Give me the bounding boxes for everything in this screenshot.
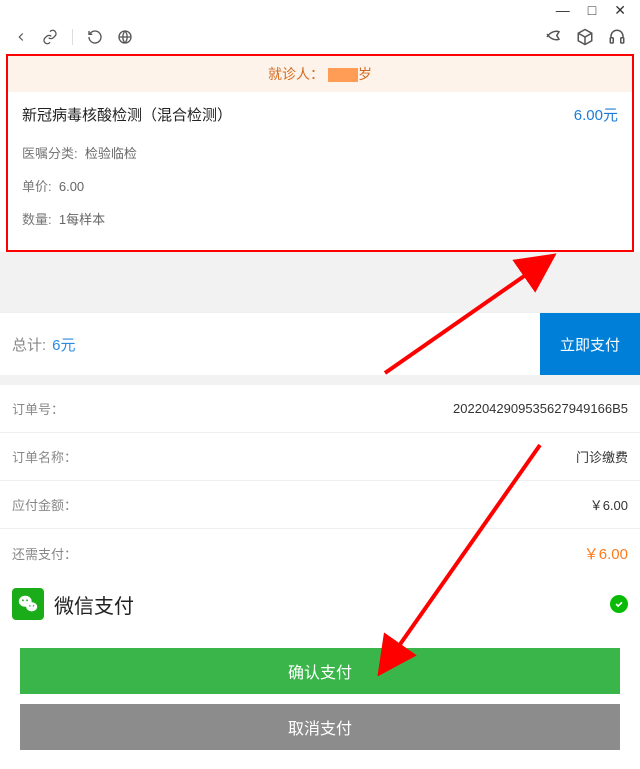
quantity-value: 1每样本 [59, 212, 105, 227]
headset-icon[interactable] [608, 28, 626, 46]
total-amount: 6元 [52, 334, 75, 355]
cube-icon[interactable] [576, 28, 594, 46]
order-name-value: 门诊缴费 [576, 447, 628, 466]
back-icon[interactable] [14, 30, 28, 44]
patient-name-redacted [328, 68, 358, 82]
item-price: 6.00元 [574, 104, 618, 125]
amount-remain-label: 还需支付： [12, 544, 77, 563]
pay-now-button[interactable]: 立即支付 [540, 313, 640, 375]
link-icon[interactable] [42, 29, 58, 45]
cancel-pay-button[interactable]: 取消支付 [20, 704, 620, 750]
amount-due-row: 应付金额： ￥6.00 [0, 481, 640, 529]
quantity-label: 数量: [22, 212, 52, 227]
order-name-label: 订单名称： [12, 447, 77, 466]
browser-toolbar [0, 20, 640, 54]
total-label: 总计: [12, 334, 46, 355]
patient-banner: 就诊人： 岁 [8, 56, 632, 92]
item-name: 新冠病毒核酸检测（混合检测） [22, 104, 232, 125]
share-icon[interactable] [544, 28, 562, 46]
category-value: 检验临检 [85, 146, 137, 161]
patient-suffix: 岁 [358, 66, 372, 82]
wechat-icon [12, 588, 44, 620]
order-name-row: 订单名称： 门诊缴费 [0, 433, 640, 481]
action-buttons: 确认支付 取消支付 [0, 630, 640, 764]
amount-remain-value: ￥6.00 [584, 543, 628, 564]
order-number-value: 2022042909535627949166B5 [453, 401, 628, 416]
order-number-row: 订单号： 2022042909535627949166B5 [0, 385, 640, 433]
minimize-icon[interactable]: — [556, 2, 570, 18]
amount-remain-row: 还需支付： ￥6.00 [0, 529, 640, 578]
unitprice-label: 单价: [22, 179, 52, 194]
amount-due-value: ￥6.00 [590, 495, 628, 514]
patient-label: 就诊人： [268, 66, 324, 82]
order-number-label: 订单号： [12, 399, 64, 418]
section-gap-2 [0, 375, 640, 385]
maximize-icon[interactable]: □ [588, 2, 596, 18]
wechat-pay-option[interactable]: 微信支付 [0, 578, 640, 630]
unitprice-value: 6.00 [59, 179, 84, 194]
globe-icon[interactable] [117, 29, 133, 45]
wechat-pay-label: 微信支付 [54, 590, 600, 619]
close-icon[interactable]: ✕ [614, 2, 626, 19]
confirm-pay-button[interactable]: 确认支付 [20, 648, 620, 694]
total-bar: 总计: 6元 立即支付 [0, 312, 640, 375]
amount-due-label: 应付金额： [12, 495, 77, 514]
check-icon [610, 595, 628, 613]
window-controls: — □ ✕ [0, 0, 640, 20]
category-label: 医嘱分类: [22, 146, 78, 161]
toolbar-divider [72, 29, 73, 45]
refresh-icon[interactable] [87, 29, 103, 45]
order-item-panel: 就诊人： 岁 新冠病毒核酸检测（混合检测） 6.00元 医嘱分类: 检验临检 单… [6, 54, 634, 252]
section-gap [0, 252, 640, 312]
